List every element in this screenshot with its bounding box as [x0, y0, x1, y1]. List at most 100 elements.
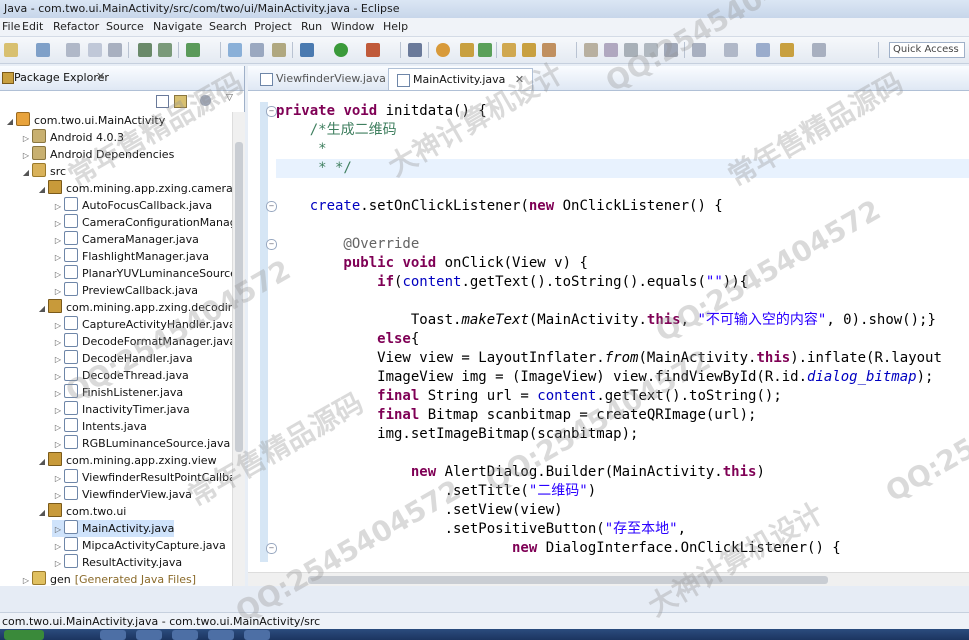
open-type-icon[interactable]: [228, 43, 242, 57]
collapse-arrow-icon[interactable]: ▷: [52, 232, 64, 249]
last-edit-icon[interactable]: [692, 43, 706, 57]
tree-item[interactable]: ▷ AutoFocusCallback.java: [52, 197, 212, 214]
collapse-arrow-icon[interactable]: ▷: [52, 436, 64, 453]
menu-help[interactable]: Help: [383, 20, 408, 33]
expand-arrow-icon[interactable]: ◢: [36, 453, 48, 470]
expand-arrow-icon[interactable]: ◢: [36, 181, 48, 198]
menu-navigate[interactable]: Navigate: [153, 20, 202, 33]
tree-item[interactable]: ▷ CameraManager.java: [52, 231, 199, 248]
collapse-arrow-icon[interactable]: ▷: [52, 402, 64, 419]
tab-viewfinderview[interactable]: ViewfinderView.java: [252, 68, 394, 90]
checkbox-icon[interactable]: [186, 43, 200, 57]
tab-mainactivity[interactable]: MainActivity.java ✕: [388, 68, 534, 90]
tree-item[interactable]: ▷ DecodeHandler.java: [52, 350, 193, 367]
collapse-arrow-icon[interactable]: ▷: [52, 266, 64, 283]
pin-icon[interactable]: [408, 43, 422, 57]
collapse-arrow-icon[interactable]: ▷: [52, 215, 64, 232]
collapse-arrow-icon[interactable]: ▷: [52, 351, 64, 368]
new-java-project-icon[interactable]: [436, 43, 450, 57]
menu-source[interactable]: Source: [106, 20, 144, 33]
tree-item[interactable]: ▷ FinishListener.java: [52, 384, 183, 401]
tree-item[interactable]: ▷ ViewfinderResultPointCallbac: [52, 469, 232, 486]
close-icon[interactable]: ✕: [515, 73, 524, 86]
collapse-arrow-icon[interactable]: ▷: [52, 368, 64, 385]
tree-item[interactable]: ◢ com.mining.app.zxing.view: [36, 452, 217, 469]
save-icon[interactable]: [36, 43, 50, 57]
collapse-arrow-icon[interactable]: ▷: [52, 555, 64, 572]
collapse-arrow-icon[interactable]: ▷: [52, 470, 64, 487]
new-file-icon[interactable]: [4, 43, 18, 57]
tree-item[interactable]: ▷ InactivityTimer.java: [52, 401, 190, 418]
tree-item[interactable]: ▷ PreviewCallback.java: [52, 282, 198, 299]
android-sdk-icon[interactable]: [138, 43, 152, 57]
menu-search[interactable]: Search: [209, 20, 247, 33]
collapse-arrow-icon[interactable]: ▷: [20, 147, 32, 164]
tree-scrollbar[interactable]: [232, 112, 245, 586]
menu-run[interactable]: Run: [301, 20, 322, 33]
tree-item[interactable]: ◢ src: [20, 163, 66, 180]
menu-edit[interactable]: Edit: [22, 20, 43, 33]
view-menu-icon[interactable]: [200, 95, 211, 106]
collapse-arrow-icon[interactable]: ▷: [52, 419, 64, 436]
search-icon[interactable]: [272, 43, 286, 57]
collapse-arrow-icon[interactable]: ▷: [52, 538, 64, 555]
start-button[interactable]: [4, 630, 44, 640]
save-all-icon[interactable]: [66, 43, 80, 57]
collapse-arrow-icon[interactable]: ▷: [52, 249, 64, 266]
external-tools-icon[interactable]: [366, 43, 380, 57]
new-package-icon[interactable]: [460, 43, 474, 57]
menu-refactor[interactable]: Refactor: [53, 20, 99, 33]
expand-arrow-icon[interactable]: ◢: [36, 504, 48, 521]
collapse-arrow-icon[interactable]: ▷: [52, 385, 64, 402]
fold-icon[interactable]: −: [266, 543, 277, 554]
tree-item[interactable]: ▷ CameraConfigurationManag: [52, 214, 232, 231]
tree-item[interactable]: ▷ Android Dependencies: [20, 146, 174, 163]
collapse-arrow-icon[interactable]: ▷: [52, 317, 64, 334]
collapse-all-icon[interactable]: [156, 95, 169, 108]
tree-item[interactable]: ▷ gen [Generated Java Files]: [20, 571, 196, 586]
next-edit-icon[interactable]: [724, 43, 738, 57]
block-selection-icon[interactable]: [644, 43, 658, 57]
quick-access-input[interactable]: Quick Access: [889, 42, 965, 58]
collapse-arrow-icon[interactable]: ▷: [20, 572, 32, 586]
tree-item[interactable]: ▷ ResultActivity.java: [52, 554, 182, 571]
editor-horizontal-scrollbar[interactable]: [248, 572, 969, 587]
fold-icon[interactable]: −: [266, 201, 277, 212]
tree-item[interactable]: ◢ com.mining.app.zxing.decoding: [36, 299, 232, 316]
menu-project[interactable]: Project: [254, 20, 292, 33]
tree-item[interactable]: ◢ com.mining.app.zxing.camera: [36, 180, 232, 197]
tree-item[interactable]: ▷ Android 4.0.3: [20, 129, 124, 146]
prev-annotation-icon[interactable]: [624, 43, 638, 57]
taskbar-app[interactable]: [208, 630, 234, 640]
avd-manager-icon[interactable]: [158, 43, 172, 57]
expand-arrow-icon[interactable]: ◢: [36, 300, 48, 317]
print-icon[interactable]: [88, 43, 102, 57]
collapse-arrow-icon[interactable]: ▷: [52, 283, 64, 300]
collapse-arrow-icon[interactable]: ▷: [52, 521, 64, 538]
tree-item[interactable]: ▷ ViewfinderView.java: [52, 486, 192, 503]
tree-item[interactable]: ▷ DecodeThread.java: [52, 367, 189, 384]
taskbar-app[interactable]: [172, 630, 198, 640]
expand-arrow-icon[interactable]: ◢: [20, 164, 32, 181]
collapse-arrow-icon[interactable]: ▷: [52, 198, 64, 215]
expand-arrow-icon[interactable]: ◢: [4, 113, 16, 130]
run-icon[interactable]: [334, 43, 348, 57]
back-icon[interactable]: [780, 43, 794, 57]
tree-item[interactable]: ▷ PlanarYUVLuminanceSource.: [52, 265, 232, 282]
code-area[interactable]: private void initdata() { /*生成二维码 * * */…: [276, 102, 969, 572]
taskbar-app[interactable]: [136, 630, 162, 640]
tree-item[interactable]: ▷ MipcaActivityCapture.java: [52, 537, 226, 554]
tree-item[interactable]: ▷ MainActivity.java: [52, 520, 175, 538]
fold-icon[interactable]: −: [266, 106, 277, 117]
open-project-icon[interactable]: [522, 43, 536, 57]
debug-icon[interactable]: [300, 43, 314, 57]
close-icon[interactable]: ✕: [96, 70, 105, 83]
tree-item[interactable]: ▷ CaptureActivityHandler.java: [52, 316, 232, 333]
fold-icon[interactable]: −: [266, 239, 277, 250]
taskbar-app[interactable]: [244, 630, 270, 640]
taskbar-app[interactable]: [100, 630, 126, 640]
tree-item[interactable]: ◢ com.two.ui: [36, 503, 126, 520]
copy-icon[interactable]: [108, 43, 122, 57]
scrollbar-thumb[interactable]: [235, 142, 243, 452]
menu-window[interactable]: Window: [331, 20, 374, 33]
